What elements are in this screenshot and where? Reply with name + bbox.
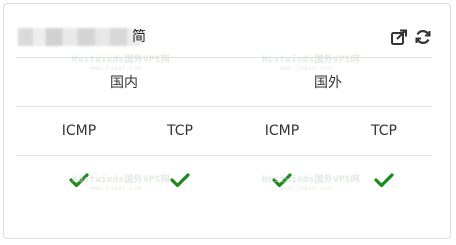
column-divider [16,155,432,156]
check-icon [272,173,292,188]
title-tail: 简 [132,29,146,45]
check-icon [374,173,394,188]
blurred-title [18,28,142,46]
check-icon [170,173,190,188]
refresh-icon[interactable] [414,28,432,46]
group-divider [16,106,432,107]
share-icon[interactable] [390,28,408,46]
group-label-foreign: 国外 [314,75,342,91]
card-header: 简 [16,26,432,50]
check-icon [69,173,89,188]
header-divider [16,57,432,58]
column-label-tcp-foreign: TCP [371,123,397,139]
header-actions [390,28,432,46]
group-label-domestic: 国内 [110,75,138,91]
